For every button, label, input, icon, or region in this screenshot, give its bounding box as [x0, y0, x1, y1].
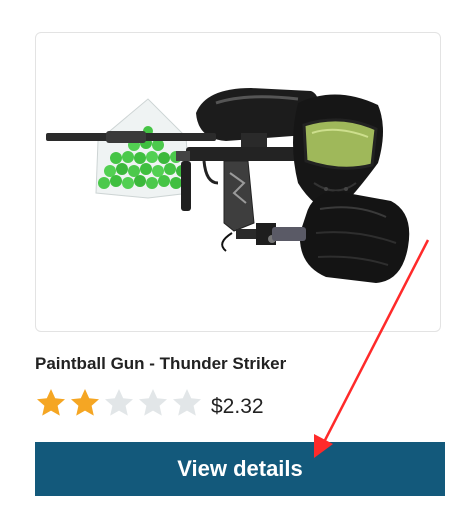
star-filled-icon: [71, 389, 99, 416]
star-empty-icon: [105, 389, 133, 416]
paintball-bag: [95, 98, 191, 199]
star-empty-icon: [173, 389, 201, 416]
view-details-button[interactable]: View details: [35, 442, 445, 496]
air-tank: [272, 191, 410, 283]
product-title[interactable]: Paintball Gun - Thunder Striker: [35, 354, 286, 374]
star-empty-icon: [139, 389, 167, 416]
rating-row: $2.32: [35, 386, 264, 420]
product-price: $2.32: [211, 395, 264, 418]
star-filled-icon: [37, 389, 65, 416]
product-card: Paintball Gun - Thunder Striker $2.32 Vi…: [0, 0, 456, 510]
product-image[interactable]: [36, 33, 440, 331]
product-image-frame[interactable]: [35, 32, 441, 332]
